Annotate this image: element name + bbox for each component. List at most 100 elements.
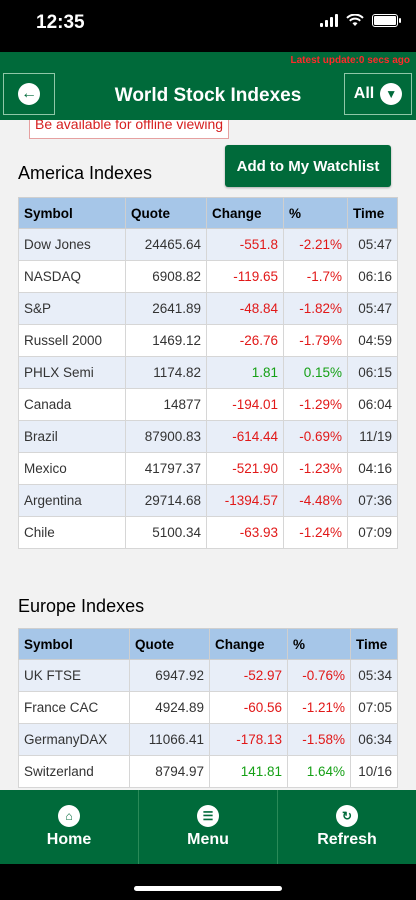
table-row[interactable]: Russell 2000 1469.12 -26.76 -1.79% 04:59 <box>18 324 398 357</box>
quote-cell: 29714.68 <box>125 484 207 517</box>
symbol-cell: UK FTSE <box>18 659 130 692</box>
symbol-cell: Russell 2000 <box>18 324 126 357</box>
table-row[interactable]: Mexico 41797.37 -521.90 -1.23% 04:16 <box>18 452 398 485</box>
percent-cell: 1.64% <box>287 755 351 788</box>
home-icon: ⌂ <box>58 805 80 827</box>
home-indicator[interactable] <box>134 886 282 891</box>
percent-cell: -1.7% <box>283 260 348 293</box>
table-row[interactable]: Argentina 29714.68 -1394.57 -4.48% 07:36 <box>18 484 398 517</box>
latest-update-text: Latest update:0 secs ago <box>290 55 410 66</box>
time-cell: 06:15 <box>347 356 398 389</box>
quote-cell: 41797.37 <box>125 452 207 485</box>
status-icons <box>320 14 401 27</box>
change-cell: 141.81 <box>209 755 288 788</box>
quote-cell: 1174.82 <box>125 356 207 389</box>
tab-refresh[interactable]: ↻ Refresh <box>278 790 416 864</box>
column-header: Quote <box>129 628 210 660</box>
percent-cell: -1.23% <box>283 452 348 485</box>
table-row[interactable]: France CAC 4924.89 -60.56 -1.21% 07:05 <box>18 691 398 724</box>
tab-label: Home <box>46 831 92 848</box>
table-row[interactable]: PHLX Semi 1174.82 1.81 0.15% 06:15 <box>18 356 398 389</box>
symbol-cell: GermanyDAX <box>18 723 130 756</box>
percent-cell: -1.79% <box>283 324 348 357</box>
europe-section-title: Europe Indexes <box>18 596 145 616</box>
percent-cell: -4.48% <box>283 484 348 517</box>
quote-cell: 87900.83 <box>125 420 207 453</box>
quote-cell: 1469.12 <box>125 324 207 357</box>
percent-cell: 0.15% <box>283 356 348 389</box>
chevron-down-icon: ▼ <box>380 83 403 105</box>
change-cell: -63.93 <box>206 516 284 549</box>
change-cell: -1394.57 <box>206 484 284 517</box>
change-cell: -60.56 <box>209 691 288 724</box>
table-row[interactable]: Canada 14877 -194.01 -1.29% 06:04 <box>18 388 398 421</box>
change-cell: -52.97 <box>209 659 288 692</box>
home-indicator-area <box>0 864 416 900</box>
wifi-icon <box>346 14 364 26</box>
table-row[interactable]: Chile 5100.34 -63.93 -1.24% 07:09 <box>18 516 398 549</box>
table-row[interactable]: Brazil 87900.83 -614.44 -0.69% 11/19 <box>18 420 398 453</box>
table-row[interactable]: GermanyDAX 11066.41 -178.13 -1.58% 06:34 <box>18 723 398 756</box>
table-row[interactable]: NASDAQ 6908.82 -119.65 -1.7% 06:16 <box>18 260 398 293</box>
time-cell: 05:34 <box>350 659 398 692</box>
column-header: Quote <box>125 197 207 229</box>
bottom-tab-bar: ⌂ Home ☰ Menu ↻ Refresh <box>0 790 416 864</box>
filter-label: All <box>353 85 375 102</box>
table-row[interactable]: S&P 2641.89 -48.84 -1.82% 05:47 <box>18 292 398 325</box>
america-table: Symbol Quote Change % Time Dow Jones 2446… <box>18 197 398 549</box>
quote-cell: 24465.64 <box>125 228 207 261</box>
tab-menu[interactable]: ☰ Menu <box>139 790 278 864</box>
table-row[interactable]: UK FTSE 6947.92 -52.97 -0.76% 05:34 <box>18 659 398 692</box>
app-header: Latest update:0 secs ago ← World Stock I… <box>0 52 416 120</box>
status-bar: 12:35 <box>0 0 416 52</box>
symbol-cell: S&P <box>18 292 126 325</box>
symbol-cell: Chile <box>18 516 126 549</box>
percent-cell: -1.82% <box>283 292 348 325</box>
symbol-cell: Brazil <box>18 420 126 453</box>
column-header: Time <box>347 197 398 229</box>
change-cell: -26.76 <box>206 324 284 357</box>
europe-table-body: UK FTSE 6947.92 -52.97 -0.76% 05:34 France CA… <box>18 659 398 788</box>
symbol-cell: Switzerland <box>18 755 130 788</box>
symbol-cell: Mexico <box>18 452 126 485</box>
time-cell: 06:34 <box>350 723 398 756</box>
symbol-cell: Dow Jones <box>18 228 126 261</box>
percent-cell: -1.29% <box>283 388 348 421</box>
column-header: Change <box>206 197 284 229</box>
time-cell: 07:36 <box>347 484 398 517</box>
column-header: Time <box>350 628 398 660</box>
menu-icon: ☰ <box>197 805 219 827</box>
table-row[interactable]: Dow Jones 24465.64 -551.8 -2.21% 05:47 <box>18 228 398 261</box>
change-cell: -48.84 <box>206 292 284 325</box>
percent-cell: -1.58% <box>287 723 351 756</box>
column-header: Symbol <box>18 628 130 660</box>
column-header: % <box>287 628 351 660</box>
change-cell: 1.81 <box>206 356 284 389</box>
percent-cell: -1.21% <box>287 691 351 724</box>
time-cell: 04:59 <box>347 324 398 357</box>
column-header: Change <box>209 628 288 660</box>
america-table-body: Dow Jones 24465.64 -551.8 -2.21% 05:47 NASDAQ… <box>18 228 398 549</box>
tab-home[interactable]: ⌂ Home <box>0 790 139 864</box>
main-content[interactable]: Be available for offline viewing Add to … <box>0 120 416 790</box>
time-cell: 06:04 <box>347 388 398 421</box>
filter-dropdown[interactable]: All ▼ <box>344 73 412 115</box>
table-row[interactable]: Switzerland 8794.97 141.81 1.64% 10/16 <box>18 755 398 788</box>
change-cell: -614.44 <box>206 420 284 453</box>
change-cell: -194.01 <box>206 388 284 421</box>
quote-cell: 14877 <box>125 388 207 421</box>
percent-cell: -0.69% <box>283 420 348 453</box>
percent-cell: -2.21% <box>283 228 348 261</box>
time-cell: 10/16 <box>350 755 398 788</box>
status-time: 12:35 <box>36 12 85 33</box>
tab-label: Refresh <box>317 831 377 848</box>
add-to-watchlist-button[interactable]: Add to My Watchlist <box>225 145 391 187</box>
time-cell: 11/19 <box>347 420 398 453</box>
change-cell: -178.13 <box>209 723 288 756</box>
quote-cell: 8794.97 <box>129 755 210 788</box>
quote-cell: 5100.34 <box>125 516 207 549</box>
refresh-icon: ↻ <box>336 805 358 827</box>
tab-label: Menu <box>187 831 229 848</box>
time-cell: 07:09 <box>347 516 398 549</box>
time-cell: 06:16 <box>347 260 398 293</box>
